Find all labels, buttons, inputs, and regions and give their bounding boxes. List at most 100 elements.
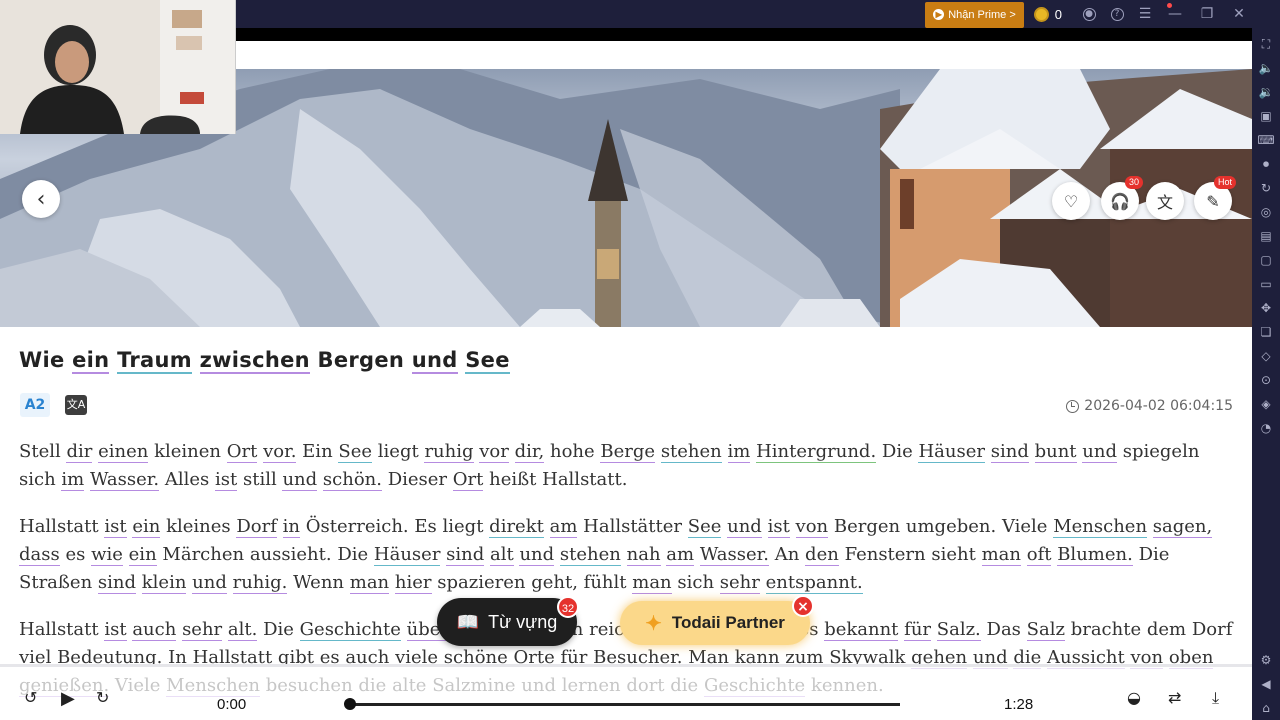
- article-word[interactable]: einen: [98, 441, 149, 463]
- article-word[interactable]: Menschen: [1053, 516, 1148, 538]
- practice-button[interactable]: ✎ Hot: [1194, 176, 1236, 220]
- article-word[interactable]: schön.: [322, 469, 382, 491]
- article-word[interactable]: von: [795, 516, 829, 538]
- record-icon[interactable]: ⏺: [1257, 155, 1275, 173]
- article-word[interactable]: und: [1082, 441, 1117, 463]
- article-word[interactable]: bekannt: [824, 619, 899, 641]
- back-button[interactable]: ‹: [22, 180, 60, 218]
- screenshot-icon[interactable]: ▢: [1257, 251, 1275, 269]
- article-word[interactable]: und: [727, 516, 762, 538]
- article-word[interactable]: Geschichte: [299, 619, 401, 641]
- article-word[interactable]: sehr: [719, 572, 760, 594]
- article-word[interactable]: entspannt.: [765, 572, 863, 594]
- article-word[interactable]: man: [632, 572, 672, 594]
- menu-icon[interactable]: ☰: [1134, 3, 1156, 25]
- article-word[interactable]: und: [282, 469, 318, 491]
- article-word[interactable]: ist: [215, 469, 238, 491]
- article-word[interactable]: oft: [1026, 544, 1052, 566]
- eraser-icon[interactable]: ◇: [1257, 347, 1275, 365]
- volume-down-icon[interactable]: 🔉: [1257, 83, 1275, 101]
- article-word[interactable]: Dorf: [236, 516, 277, 538]
- article-word[interactable]: auch: [132, 619, 177, 641]
- article-word[interactable]: sind: [990, 441, 1029, 463]
- forward-10-icon[interactable]: ↻: [96, 688, 109, 707]
- article-word[interactable]: und: [192, 572, 227, 594]
- close-window-icon[interactable]: ✕: [1226, 3, 1252, 25]
- article-word[interactable]: sagen,: [1152, 516, 1213, 538]
- title-word[interactable]: See: [465, 348, 510, 374]
- article-word[interactable]: für: [904, 619, 932, 641]
- article-word[interactable]: direkt: [489, 516, 544, 538]
- article-word[interactable]: ein: [128, 544, 157, 566]
- article-word[interactable]: Berge: [600, 441, 656, 463]
- repeat-icon[interactable]: ⇄: [1168, 688, 1181, 707]
- article-word[interactable]: ist: [104, 516, 127, 538]
- article-word[interactable]: alt: [490, 544, 514, 566]
- partner-button[interactable]: ✦ Todaii Partner: [620, 601, 810, 645]
- folder-icon[interactable]: ▭: [1257, 275, 1275, 293]
- article-word[interactable]: man: [981, 544, 1021, 566]
- article-word[interactable]: Blumen.: [1057, 544, 1133, 566]
- article-word[interactable]: Häuser: [373, 544, 441, 566]
- article-word[interactable]: vor: [479, 441, 509, 463]
- article-word[interactable]: Salz.: [936, 619, 981, 641]
- article-word[interactable]: See: [687, 516, 722, 538]
- get-prime-button[interactable]: ▶ Nhận Prime >: [925, 1, 1024, 28]
- volume-up-icon[interactable]: 🔈: [1257, 59, 1275, 77]
- article-word[interactable]: alt.: [227, 619, 258, 641]
- account-icon[interactable]: ●: [1078, 3, 1100, 25]
- article-word[interactable]: am: [549, 516, 578, 538]
- rotate-icon[interactable]: ↻: [1257, 179, 1275, 197]
- level-badge[interactable]: A2: [20, 393, 50, 417]
- article-word[interactable]: stehen: [559, 544, 621, 566]
- article-word[interactable]: ruhig: [424, 441, 474, 463]
- speed-icon[interactable]: ◔: [1257, 419, 1275, 437]
- title-word[interactable]: zwischen: [199, 348, 310, 374]
- pin-icon[interactable]: ⊙: [1257, 371, 1275, 389]
- speed-gauge-icon[interactable]: ◒: [1127, 688, 1141, 707]
- article-word[interactable]: bunt: [1034, 441, 1077, 463]
- progress-thumb[interactable]: [344, 698, 356, 710]
- article-word[interactable]: Hintergrund.: [756, 441, 877, 463]
- article-word[interactable]: ein: [132, 516, 161, 538]
- article-word[interactable]: Ort: [226, 441, 258, 463]
- article-word[interactable]: vor.: [263, 441, 297, 463]
- home-nav-icon[interactable]: ⌂: [1257, 699, 1275, 717]
- title-word[interactable]: und: [411, 348, 458, 374]
- coin-balance[interactable]: 0: [1030, 6, 1072, 22]
- help-icon[interactable]: ?: [1106, 3, 1128, 25]
- translate-button[interactable]: 文: [1146, 182, 1184, 220]
- article-word[interactable]: klein: [141, 572, 187, 594]
- article-word[interactable]: Salz: [1026, 619, 1065, 641]
- favorite-button[interactable]: ♡: [1052, 182, 1090, 220]
- title-word[interactable]: ein: [72, 348, 110, 374]
- article-word[interactable]: und: [519, 544, 555, 566]
- progress-track[interactable]: [350, 703, 900, 706]
- copy-icon[interactable]: ❏: [1257, 323, 1275, 341]
- article-word[interactable]: den: [805, 544, 839, 566]
- vocabulary-button[interactable]: 📖 Từ vựng 32: [437, 596, 579, 646]
- back-nav-icon[interactable]: ◀: [1257, 675, 1275, 693]
- article-word[interactable]: nah: [626, 544, 661, 566]
- layers-icon[interactable]: ◈: [1257, 395, 1275, 413]
- settings-icon[interactable]: ⚙: [1257, 651, 1275, 669]
- article-word[interactable]: sind: [446, 544, 485, 566]
- article-word[interactable]: am: [666, 544, 695, 566]
- minimize-icon[interactable]: —: [1162, 3, 1188, 25]
- article-word[interactable]: Ort: [452, 469, 484, 491]
- close-partner-button[interactable]: ×: [792, 595, 814, 617]
- apk-icon[interactable]: ▤: [1257, 227, 1275, 245]
- fullscreen-icon[interactable]: ⛶: [1257, 35, 1275, 53]
- article-word[interactable]: dir: [66, 441, 93, 463]
- screen-icon[interactable]: ▣: [1257, 107, 1275, 125]
- title-word[interactable]: Traum: [117, 348, 192, 374]
- keyboard-icon[interactable]: ⌨: [1257, 131, 1275, 149]
- article-word[interactable]: dass: [19, 544, 60, 566]
- article-word[interactable]: im: [61, 469, 85, 491]
- article-word[interactable]: man: [349, 572, 390, 594]
- article-word[interactable]: sehr: [182, 619, 223, 641]
- article-word[interactable]: Wasser.: [699, 544, 769, 566]
- article-word[interactable]: in: [282, 516, 301, 538]
- article-word[interactable]: sind: [97, 572, 137, 594]
- article-word[interactable]: hier: [394, 572, 432, 594]
